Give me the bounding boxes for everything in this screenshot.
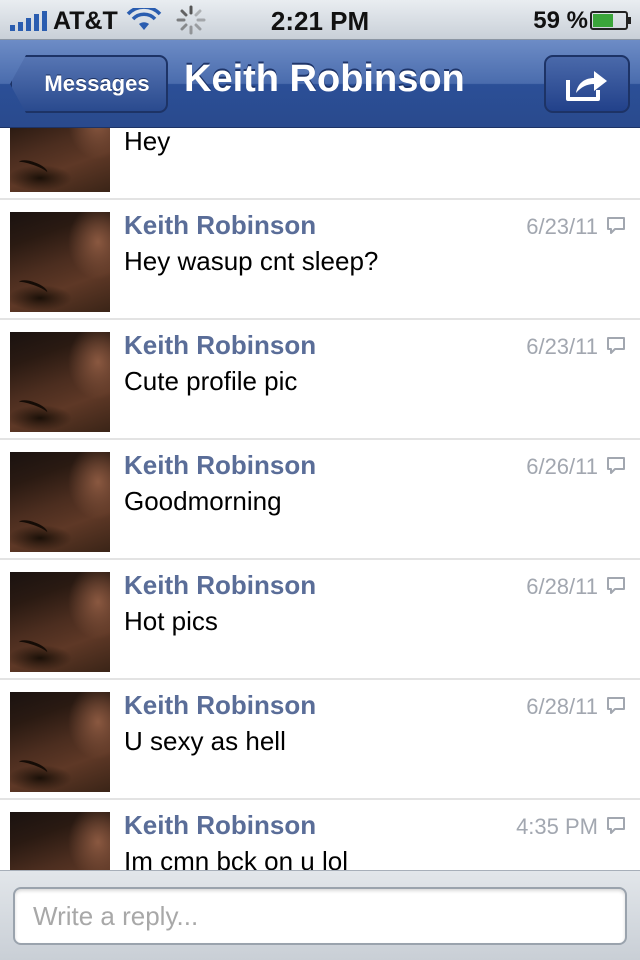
sender-name[interactable]: Keith Robinson [124,450,316,481]
message-row[interactable]: Keith Robinson U sexy as hell 6/28/11 [0,680,640,800]
message-row[interactable]: Keith Robinson Im cmn bck on u lol 4:35 … [0,800,640,870]
sender-name[interactable]: Keith Robinson [124,690,316,721]
comment-bubble-icon [607,337,625,354]
message-timestamp: 6/28/11 [526,694,598,719]
message-text: Hey wasup cnt sleep? [124,246,379,276]
back-button[interactable]: Messages [10,55,168,113]
sender-name[interactable]: Keith Robinson [124,810,316,841]
message-row[interactable]: Keith Robinson Goodmorning 6/26/11 [0,440,640,560]
comment-bubble-icon [607,577,625,594]
reply-bar [0,870,640,960]
message-timestamp: 6/23/11 [526,334,598,359]
sender-name[interactable]: Keith Robinson [124,330,316,361]
sender-avatar[interactable] [10,452,110,552]
message-text: Hot pics [124,606,218,636]
message-timestamp: 6/26/11 [526,454,598,479]
battery-icon [590,11,631,30]
message-row[interactable]: Keith Robinson Hey wasup cnt sleep? 6/23… [0,200,640,320]
comment-bubble-icon [607,457,625,474]
message-row[interactable]: Keith Robinson Hot pics 6/28/11 [0,560,640,680]
sender-avatar[interactable] [10,212,110,312]
message-timestamp: 4:35 PM [516,814,598,839]
sender-avatar[interactable] [10,128,110,192]
message-list[interactable]: Hey Keith Robinson Hey wasup cnt sleep? … [0,128,640,870]
message-text: Cute profile pic [124,366,298,396]
battery-percent: 59 % [533,7,588,34]
sender-name[interactable]: Keith Robinson [124,570,316,601]
share-button[interactable] [544,55,630,113]
nav-bar: Messages Keith Robinson [0,40,640,128]
share-icon [566,71,607,101]
message-timestamp: 6/23/11 [526,214,598,239]
message-text: Goodmorning [124,486,282,516]
message-timestamp: 6/28/11 [526,574,598,599]
comment-bubble-icon [607,817,625,834]
sender-avatar[interactable] [10,332,110,432]
conversation-title: Keith Robinson [184,58,465,100]
back-button-label: Messages [44,71,150,96]
message-text: Im cmn bck on u lol [124,846,348,870]
message-text: U sexy as hell [124,726,286,756]
reply-input[interactable] [13,887,627,945]
sender-name[interactable]: Keith Robinson [124,210,316,241]
comment-bubble-icon [607,217,625,234]
sender-avatar[interactable] [10,572,110,672]
message-row[interactable]: Hey [0,128,640,200]
message-row[interactable]: Keith Robinson Cute profile pic 6/23/11 [0,320,640,440]
comment-bubble-icon [607,697,625,714]
sender-avatar[interactable] [10,812,110,870]
status-bar: AT&T 2:21 PM 59 % [0,0,640,40]
message-text: Hey [124,128,171,156]
sender-avatar[interactable] [10,692,110,792]
